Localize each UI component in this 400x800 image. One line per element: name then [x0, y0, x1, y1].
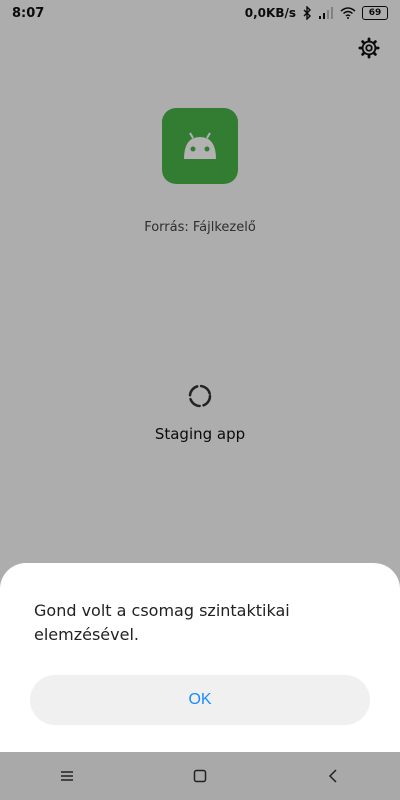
back-icon	[329, 769, 337, 783]
home-button[interactable]	[180, 756, 220, 796]
ok-button[interactable]: OK	[30, 675, 370, 725]
back-button[interactable]	[313, 756, 353, 796]
navigation-bar	[0, 752, 400, 800]
home-icon	[193, 769, 207, 783]
error-dialog: Gond volt a csomag szintaktikai elemzésé…	[0, 563, 400, 752]
menu-button[interactable]	[47, 756, 87, 796]
dialog-message: Gond volt a csomag szintaktikai elemzésé…	[34, 601, 290, 644]
menu-icon	[60, 771, 73, 781]
